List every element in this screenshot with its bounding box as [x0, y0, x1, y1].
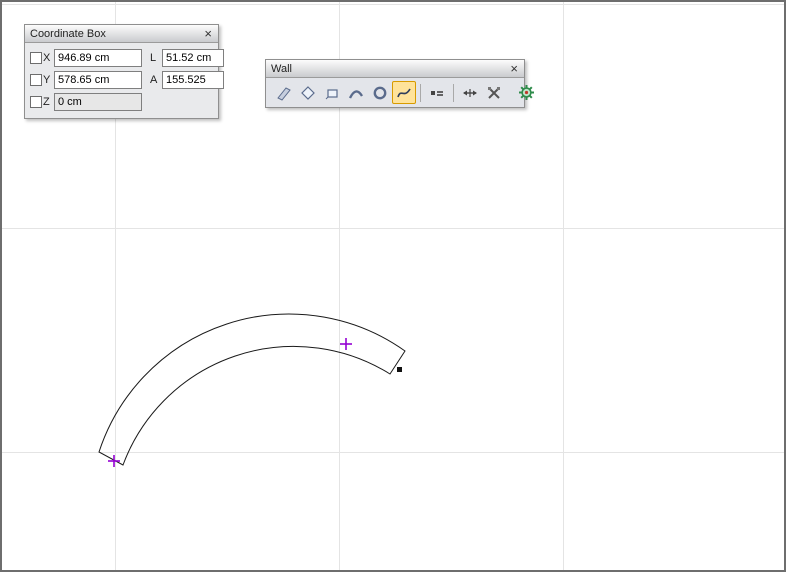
wall-toolbar-titlebar[interactable]: Wall ×: [266, 60, 524, 78]
coordinate-box-titlebar[interactable]: Coordinate Box ×: [25, 25, 218, 43]
l-label: L: [150, 52, 162, 64]
y-checkbox[interactable]: [30, 74, 42, 86]
x-input[interactable]: [54, 49, 142, 67]
spline-wall-button[interactable]: [392, 81, 416, 104]
z-checkbox[interactable]: [30, 96, 42, 108]
spline-wall-icon: [396, 85, 412, 101]
wall-toolbar-close-icon[interactable]: ×: [509, 62, 519, 75]
a-input[interactable]: [162, 71, 224, 89]
a-label: A: [150, 74, 162, 86]
reference-line-icon: [462, 85, 478, 101]
x-label: X: [43, 52, 54, 64]
l-input[interactable]: [162, 49, 224, 67]
y-label: Y: [43, 74, 54, 86]
intersection-button[interactable]: [482, 81, 506, 104]
settings-gear-icon: [518, 84, 535, 101]
y-input[interactable]: [54, 71, 142, 89]
curved-wall[interactable]: [99, 314, 405, 465]
z-label: Z: [43, 96, 54, 108]
intersection-icon: [486, 85, 502, 101]
single-geometry-icon: [429, 85, 445, 101]
reference-line-button[interactable]: [458, 81, 482, 104]
wall-toolbar-body: [266, 78, 524, 107]
coordinate-box-close-icon[interactable]: ×: [203, 27, 213, 40]
circular-wall-button[interactable]: [368, 81, 392, 104]
chained-wall-icon: [300, 85, 316, 101]
wall-toolbar: Wall ×: [265, 59, 525, 108]
curved-wall-icon: [348, 85, 364, 101]
x-checkbox[interactable]: [30, 52, 42, 64]
straight-wall-button[interactable]: [272, 81, 296, 104]
coordinate-row-y: Y A: [30, 69, 213, 91]
single-geometry-button[interactable]: [425, 81, 449, 104]
coordinate-row-x: X L: [30, 47, 213, 69]
rectangular-wall-button[interactable]: [320, 81, 344, 104]
curved-wall-button[interactable]: [344, 81, 368, 104]
wall-end-node[interactable]: [397, 367, 402, 372]
chained-wall-button[interactable]: [296, 81, 320, 104]
coordinate-box-palette: Coordinate Box × X L Y A Z: [24, 24, 219, 119]
toolbar-separator: [420, 84, 421, 102]
toolbar-separator: [453, 84, 454, 102]
coordinate-row-z: Z: [30, 91, 213, 113]
settings-gear-button[interactable]: [514, 81, 538, 104]
z-input[interactable]: [54, 93, 142, 111]
wall-toolbar-title: Wall: [271, 63, 292, 75]
coordinate-box-body: X L Y A Z: [25, 43, 218, 118]
rectangular-wall-icon: [324, 85, 340, 101]
straight-wall-icon: [276, 85, 292, 101]
coordinate-box-title: Coordinate Box: [30, 28, 106, 40]
circular-wall-icon: [372, 85, 388, 101]
